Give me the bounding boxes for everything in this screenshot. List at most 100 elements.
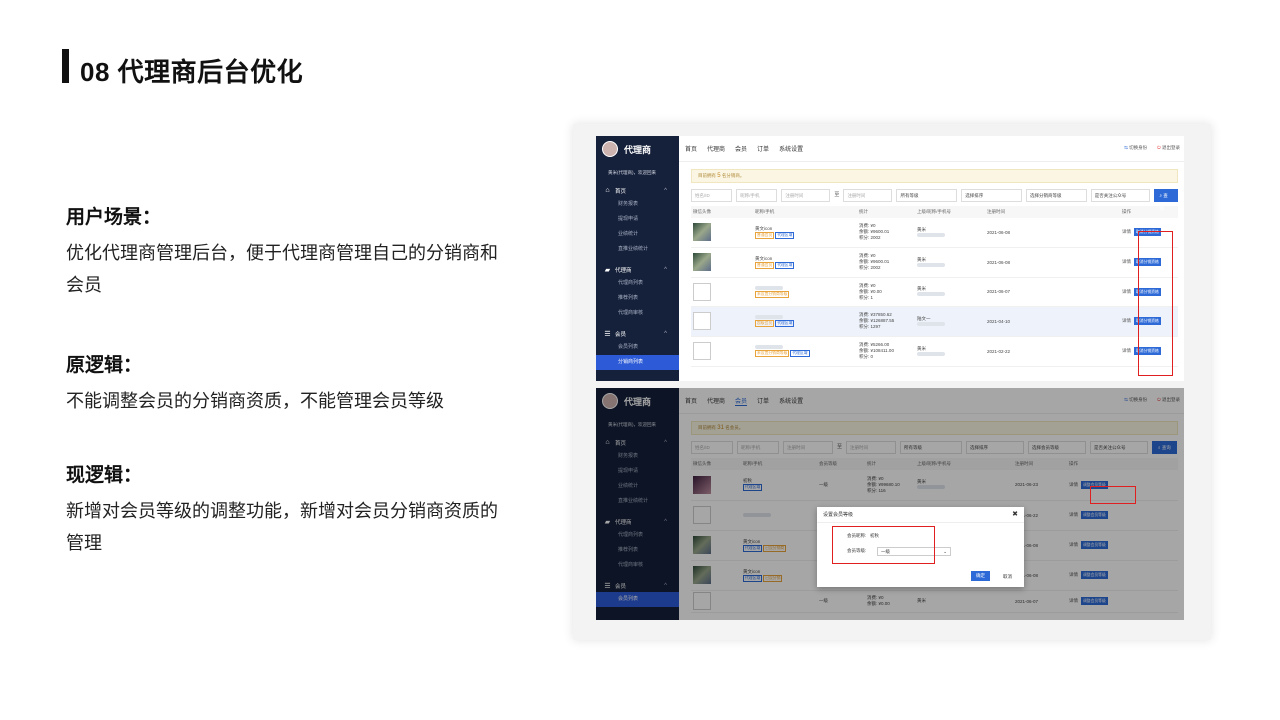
sidebar-item-member-list[interactable]: 会员列表 — [596, 340, 679, 355]
sidebar-item-performance[interactable]: 业绩统计 — [596, 227, 679, 242]
table-row: 未设置分销商等级 消费: ¥0 余额: ¥0.00 积分: 1 黄米 2021-06… — [691, 277, 1178, 307]
sidebar-group-member[interactable]: ☰ 会员 ^ — [596, 327, 679, 340]
detail-link[interactable]: 详情 — [1122, 348, 1131, 353]
nav-member[interactable]: 会员 — [735, 144, 747, 153]
reg-start-input[interactable]: 注册时间 — [781, 189, 831, 202]
scenario-section: 用户场景： 优化代理商管理后台，便于代理商管理自己的分销商和会员 — [66, 202, 506, 301]
switch-identity-label: 切换身份 — [1129, 145, 1148, 150]
filter-bar: 姓名/ID 昵称/手机 注册时间 至 注册时间 所有等级 选择排序 选择分销商等… — [691, 189, 1178, 211]
region-tag: 代理区域 — [775, 261, 795, 269]
detail-link[interactable]: 详情 — [1122, 259, 1131, 264]
confirm-button[interactable]: 确定 — [971, 571, 990, 581]
stat-points: 积分: 1 — [859, 294, 874, 300]
nav-settings[interactable]: 系统设置 — [779, 144, 803, 153]
table-row: 黄文icon 普通会员 代理区域 消费: ¥0 余额: ¥9600.01 积分: 200… — [691, 247, 1178, 278]
chevron-up-icon: ^ — [664, 266, 667, 273]
highlight-box — [1138, 231, 1173, 376]
date-cell: 2021-04-10 — [985, 306, 1120, 337]
stats-cell: 消费: ¥5266.00 余额: ¥108411.00 积分: 0 — [857, 336, 915, 367]
detail-link[interactable]: 详情 — [1122, 318, 1131, 323]
distributor-level-select[interactable]: 选择分销商等级 — [1025, 189, 1087, 202]
distributor-list-screenshot: 代理商 黄米(代理商)，欢迎回来 ⌂ 首页 ^ 财务报表 提现申请 业绩统计 直推业… — [596, 136, 1184, 381]
stats-cell: 消费: ¥0 余额: ¥9600.01 积分: 2002 — [857, 218, 915, 248]
nav-agent[interactable]: 代理商 — [707, 144, 725, 153]
sort-select[interactable]: 选择排序 — [961, 189, 1022, 202]
nav-home[interactable]: 首页 — [685, 144, 697, 153]
new-logic-heading: 现逻辑： — [66, 465, 143, 486]
date-cell: 2021-06-08 — [985, 247, 1120, 278]
parent-name: 黄米 — [917, 345, 926, 351]
detail-link[interactable]: 详情 — [1122, 289, 1131, 294]
main-content: 目前拥有 5 名分销商。 姓名/ID 昵称/手机 注册时间 至 注册时间 所有等… — [679, 162, 1184, 381]
sidebar-item-withdraw[interactable]: 提现申请 — [596, 212, 679, 227]
column-header: 微信头像 — [691, 206, 753, 218]
follow-select[interactable]: 是否关注公众号 — [1090, 189, 1150, 202]
date-cell: 2021-06-07 — [985, 277, 1120, 307]
switch-identity-button[interactable]: ⇆ 切换身份 — [1124, 145, 1147, 151]
avatar-cell — [691, 247, 753, 278]
old-logic-heading: 原逻辑： — [66, 355, 143, 376]
sidebar-item-agent-review[interactable]: 代理商审核 — [596, 306, 679, 321]
chevron-up-icon: ^ — [664, 187, 667, 194]
parent-cell: 黄米 — [915, 277, 985, 307]
date-cell: 2021-06-08 — [985, 218, 1120, 248]
region-tag: 代理区域 — [775, 320, 795, 327]
cancel-button[interactable]: 取消 — [1003, 574, 1012, 580]
table-row: 未设置分销商等级 代理区域 消费: ¥5266.00 余额: ¥108411.00 积… — [691, 336, 1178, 367]
redacted-phone — [917, 232, 945, 237]
notice-count: 5 — [717, 173, 721, 179]
level-tag: 普通会员 — [755, 261, 775, 269]
nickname-input[interactable]: 昵称/手机 — [736, 189, 778, 202]
sidebar-item-finance[interactable]: 财务报表 — [596, 197, 679, 212]
notice-bar: 目前拥有 5 名分销商。 — [691, 169, 1178, 183]
column-header: 上级/昵称/手机号 — [915, 206, 985, 218]
table-row: 超级会员 代理区域 消费: ¥37850.62 余额: ¥126887.55 积分: … — [691, 306, 1178, 337]
new-logic-section: 现逻辑： 新增对会员等级的调整功能，新增对会员分销商资质的管理 — [66, 460, 506, 559]
query-button[interactable]: ⌕ 查询 — [1153, 189, 1178, 211]
notice-prefix: 目前拥有 — [698, 173, 716, 178]
new-logic-text: 新增对会员等级的调整功能，新增对会员分销商资质的管理 — [66, 501, 498, 553]
avatar-cell — [691, 336, 753, 367]
level-select[interactable]: 所有等级 — [896, 189, 958, 202]
home-icon: ⌂ — [605, 187, 610, 194]
sidebar-item-agent-list[interactable]: 代理商列表 — [596, 276, 679, 291]
parent-name: 黄米 — [917, 256, 926, 262]
detail-link[interactable]: 详情 — [1122, 229, 1131, 234]
sidebar-item-referral-list[interactable]: 推荐列表 — [596, 291, 679, 306]
nickname-cell: 未设置分销商等级 代理区域 — [753, 336, 857, 367]
chevron-up-icon: ^ — [664, 330, 667, 337]
top-nav: 首页 代理商 会员 订单 系统设置 ⇆ 切换身份 ⏻ 退出登录 — [679, 136, 1184, 162]
stat-points: 积分: 2002 — [859, 235, 881, 241]
redacted-name — [755, 285, 783, 290]
stat-points: 积分: 1297 — [859, 324, 881, 329]
scenario-heading: 用户场景： — [66, 207, 162, 228]
logo-text: 代理商 — [624, 144, 652, 155]
parent-cell: 黄米 — [915, 247, 985, 278]
table-header: 微信头像 昵称/手机 统计 上级/昵称/手机号 注册时间 操作 — [691, 206, 1178, 218]
redacted-phone — [917, 262, 945, 267]
range-separator: 至 — [834, 192, 840, 198]
sidebar-group-label: 代理商 — [615, 267, 632, 274]
nav-order[interactable]: 订单 — [757, 144, 769, 153]
user-greeting: 黄米(代理商)，欢迎回来 — [608, 170, 656, 175]
sidebar-group-agent[interactable]: ▰ 代理商 ^ — [596, 263, 679, 276]
sidebar-item-distributor-list[interactable]: 分销商列表 — [596, 355, 679, 370]
avatar-cell — [691, 306, 753, 337]
top-actions: ⇆ 切换身份 ⏻ 退出登录 — [1124, 145, 1180, 151]
search-input[interactable]: 姓名/ID — [691, 189, 733, 202]
reg-end-input[interactable]: 注册时间 — [843, 189, 893, 202]
highlight-box — [832, 526, 935, 564]
broken-image-icon — [693, 282, 711, 301]
avatar-cell — [691, 218, 753, 248]
nickname-cell: 未设置分销商等级 — [753, 277, 857, 307]
avatar — [693, 253, 711, 271]
sidebar-item-direct-performance[interactable]: 直推业绩统计 — [596, 242, 679, 257]
sidebar-group-home[interactable]: ⌂ 首页 ^ — [596, 184, 679, 197]
column-header: 操作 — [1120, 206, 1178, 218]
stat-points: 积分: 0 — [859, 354, 874, 359]
logout-button[interactable]: ⏻ 退出登录 — [1157, 145, 1180, 151]
region-tag: 代理区域 — [790, 350, 810, 357]
redacted-phone — [917, 351, 945, 356]
close-icon[interactable]: ✖ — [1012, 510, 1018, 518]
chevron-down-icon: ⌄ — [943, 549, 947, 554]
